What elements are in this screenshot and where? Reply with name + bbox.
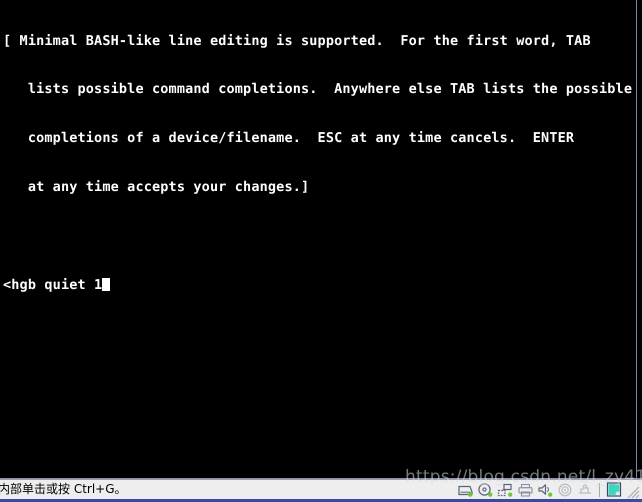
resize-grip[interactable] <box>624 481 640 499</box>
optical-disc-icon[interactable] <box>555 481 575 499</box>
usb-device-icon[interactable] <box>575 481 595 499</box>
vm-console-screen[interactable]: [ Minimal BASH-like line editing is supp… <box>0 0 642 479</box>
text-cursor <box>102 278 111 292</box>
device-status-tray <box>455 480 640 499</box>
cd-dvd-icon[interactable] <box>475 481 495 499</box>
printer-icon[interactable] <box>515 481 535 499</box>
console-help-line: completions of a device/filename. ESC at… <box>3 130 575 147</box>
sound-card-icon[interactable] <box>535 481 555 499</box>
console-text-area: [ Minimal BASH-like line editing is supp… <box>3 0 632 326</box>
document-icon[interactable] <box>604 481 624 499</box>
hard-disk-icon[interactable] <box>455 481 475 499</box>
command-line-text: <hgb quiet 1 <box>3 277 103 294</box>
status-message: 内部单击或按 Ctrl+G。 <box>0 482 127 496</box>
vm-viewport-right-edge <box>636 0 637 479</box>
tray-separator <box>599 482 600 497</box>
console-help-line: [ Minimal BASH-like line editing is supp… <box>3 32 591 49</box>
console-command-line[interactable]: <hgb quiet 1 <box>3 277 632 293</box>
network-adapter-icon[interactable] <box>495 481 515 499</box>
status-bar: 内部单击或按 Ctrl+G。 <box>0 479 642 499</box>
console-help-line: at any time accepts your changes.] <box>3 179 310 196</box>
console-help-line: lists possible command completions. Anyw… <box>3 81 633 98</box>
